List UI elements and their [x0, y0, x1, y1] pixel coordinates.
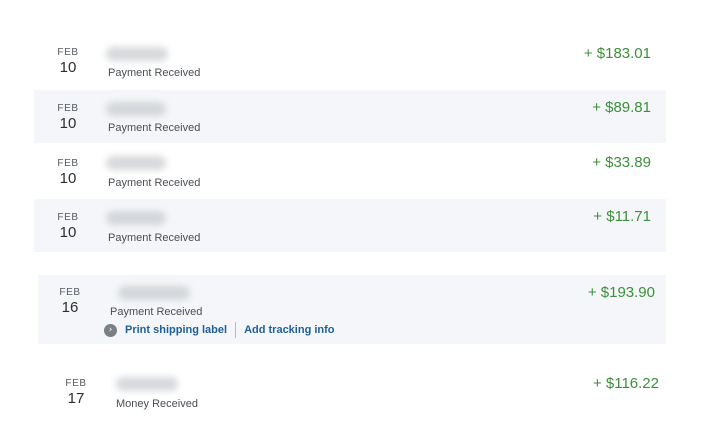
- add-tracking-info-link[interactable]: Add tracking info: [244, 324, 334, 336]
- payer-name-blurred: [116, 377, 178, 391]
- print-shipping-label-link[interactable]: Print shipping label: [125, 324, 227, 336]
- transaction-status: Payment Received: [108, 122, 201, 134]
- transaction-amount: + $33.89: [592, 154, 651, 171]
- payer-name-blurred: [106, 211, 166, 225]
- transaction-status: Money Received: [116, 398, 198, 410]
- transaction-row[interactable]: FEB 16 Payment Received + $193.90 › Prin…: [38, 275, 666, 344]
- transaction-row[interactable]: FEB 17 Money Received + $116.22: [42, 366, 666, 418]
- transaction-date: FEB 10: [48, 47, 88, 76]
- transaction-date: FEB 16: [50, 287, 90, 316]
- date-month: FEB: [65, 378, 87, 389]
- transaction-status: Payment Received: [110, 306, 203, 318]
- chevron-right-icon[interactable]: ›: [104, 323, 117, 337]
- transaction-amount: + $193.90: [587, 284, 655, 301]
- date-day: 10: [59, 170, 77, 187]
- transaction-status: Payment Received: [108, 232, 201, 244]
- date-day: 10: [59, 115, 77, 132]
- transaction-row[interactable]: FEB 10 Payment Received + $183.01: [34, 36, 666, 86]
- transaction-date: FEB 17: [56, 378, 96, 407]
- transaction-amount: + $183.01: [583, 45, 651, 62]
- transaction-date: FEB 10: [48, 103, 88, 132]
- transaction-date: FEB 10: [48, 158, 88, 187]
- date-month: FEB: [57, 212, 79, 223]
- date-month: FEB: [57, 103, 79, 114]
- transaction-amount: + $89.81: [592, 99, 651, 116]
- payer-name-blurred: [106, 156, 166, 170]
- transaction-status: Payment Received: [108, 67, 201, 79]
- date-month: FEB: [57, 158, 79, 169]
- action-divider: [235, 322, 237, 338]
- transaction-amount: + $116.22: [592, 375, 659, 392]
- date-day: 10: [59, 59, 77, 76]
- date-day: 16: [61, 299, 79, 316]
- date-day: 10: [59, 224, 77, 241]
- payer-name-blurred: [106, 102, 166, 116]
- payer-name-blurred: [118, 286, 190, 300]
- transaction-row[interactable]: FEB 10 Payment Received + $33.89: [34, 145, 666, 197]
- date-month: FEB: [57, 47, 79, 58]
- transaction-row[interactable]: FEB 10 Payment Received + $89.81: [34, 90, 666, 143]
- date-day: 17: [67, 390, 85, 407]
- transaction-amount: + $11.71: [593, 208, 651, 225]
- transaction-status: Payment Received: [108, 177, 201, 189]
- transaction-row[interactable]: FEB 10 Payment Received + $11.71: [34, 199, 666, 252]
- transaction-actions: › Print shipping label Add tracking info: [104, 322, 335, 338]
- date-month: FEB: [59, 287, 81, 298]
- transaction-date: FEB 10: [48, 212, 88, 241]
- payer-name-blurred: [106, 47, 168, 61]
